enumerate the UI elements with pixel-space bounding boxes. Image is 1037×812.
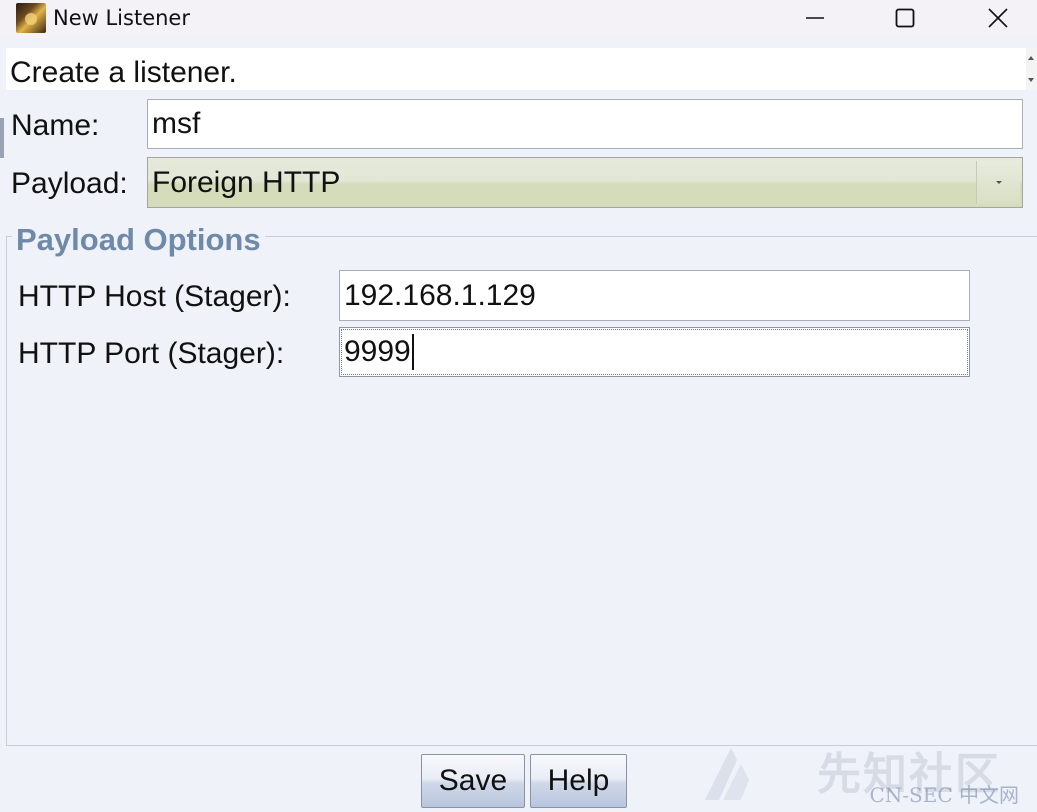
new-listener-dialog: New Listener Create a listener. Name: ms…	[0, 0, 1037, 812]
http-port-input[interactable]: 9999	[339, 327, 970, 377]
payload-select[interactable]: Foreign HTTP	[147, 157, 1023, 208]
http-port-value: 9999	[344, 335, 411, 368]
save-button[interactable]: Save	[421, 754, 525, 808]
window-title: New Listener	[53, 6, 190, 30]
watermark-main-text: 先知社区	[817, 749, 1001, 800]
scroll-up-icon[interactable]	[1028, 56, 1034, 60]
http-host-input[interactable]: 192.168.1.129	[339, 270, 970, 321]
payload-options-title: Payload Options	[12, 222, 265, 258]
maximize-icon	[895, 8, 915, 28]
watermark-logo-icon	[705, 748, 749, 800]
window-edge-divider	[0, 118, 4, 158]
watermark-sub-text: CN-SEC 中文网	[869, 783, 1019, 807]
payload-dropdown-button[interactable]	[976, 161, 1020, 204]
name-input-value: msf	[152, 107, 201, 140]
title-bar[interactable]: New Listener	[0, 0, 1037, 38]
http-port-label: HTTP Port (Stager):	[18, 337, 285, 370]
minimize-button[interactable]	[792, 0, 838, 36]
minimize-icon	[806, 17, 824, 19]
text-caret	[411, 334, 414, 370]
close-button[interactable]	[975, 0, 1021, 36]
close-icon	[988, 8, 1008, 28]
name-input[interactable]: msf	[147, 99, 1023, 149]
header-panel: Create a listener.	[6, 48, 1026, 90]
scroll-down-icon[interactable]	[1028, 78, 1034, 82]
watermark: 先知社区 CN-SEC 中文网	[697, 738, 1027, 808]
header-scrollbar[interactable]	[1027, 48, 1037, 90]
app-icon	[16, 3, 46, 33]
payload-label: Payload:	[11, 167, 128, 200]
name-label: Name:	[11, 109, 100, 142]
chevron-down-icon	[995, 181, 1002, 184]
maximize-button[interactable]	[882, 0, 928, 36]
header-description: Create a listener.	[10, 56, 237, 89]
help-button[interactable]: Help	[530, 754, 627, 808]
http-host-value: 192.168.1.129	[344, 278, 536, 312]
http-host-label: HTTP Host (Stager):	[18, 280, 291, 313]
payload-selected-value: Foreign HTTP	[152, 166, 341, 199]
